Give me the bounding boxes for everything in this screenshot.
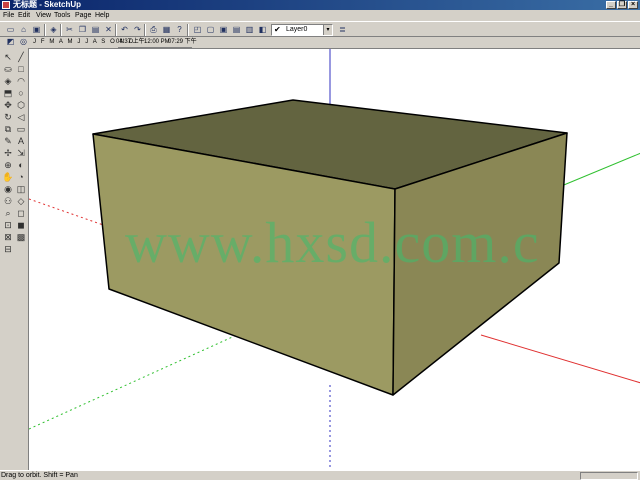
xray-style-icon[interactable]: ◫: [15, 184, 27, 195]
menu-edit[interactable]: Edit: [18, 10, 30, 21]
layer-name: Layer0: [286, 26, 308, 33]
polygon-tool-icon[interactable]: ⬡: [15, 100, 27, 111]
maximize-button[interactable]: ❐: [617, 1, 627, 9]
undo-icon[interactable]: ↶: [118, 24, 131, 36]
model-info-icon[interactable]: ▦: [160, 24, 173, 36]
green-axis-hidden: [29, 333, 240, 430]
left-view-icon[interactable]: ◧: [256, 24, 269, 36]
current-layer-check-icon: ✔: [274, 25, 281, 34]
status-hint: Drag to orbit. Shift = Pan: [1, 472, 78, 479]
shadows-toggle-icon[interactable]: ◩: [4, 36, 17, 48]
copy-icon[interactable]: ❐: [76, 24, 89, 36]
red-axis-hidden: [29, 198, 110, 228]
iso-view-icon[interactable]: ◰: [191, 24, 204, 36]
window-title: 无标题 - SketchUp: [13, 0, 82, 9]
wireframe-style-icon[interactable]: ◇: [15, 196, 27, 207]
save-icon[interactable]: ▣: [30, 24, 43, 36]
offset-tool-icon[interactable]: ▭: [15, 124, 27, 135]
toolbar-separator: [60, 24, 62, 36]
section-plane-icon[interactable]: ◐: [15, 160, 27, 171]
rectangle-tool-icon[interactable]: □: [15, 64, 27, 75]
rotate-tool-icon[interactable]: ↻: [2, 112, 14, 123]
pan-tool-icon[interactable]: ✋: [2, 172, 14, 183]
shadow-toolbar: ◩ ◎ J F M A M J J A S O N D 04:37 上午 12:…: [0, 37, 640, 48]
shadow-settings-icon[interactable]: ◎: [17, 36, 30, 48]
watermark-text: www.hxsd.com.c: [125, 210, 540, 275]
cut-icon[interactable]: ✂: [63, 24, 76, 36]
text-tool-icon[interactable]: A: [15, 136, 27, 147]
redo-icon[interactable]: ↷: [131, 24, 144, 36]
tape-measure-icon[interactable]: ✎: [2, 136, 14, 147]
menu-file[interactable]: File: [3, 10, 14, 21]
toolbar-separator: [144, 24, 146, 36]
minimize-button[interactable]: _: [606, 1, 616, 9]
walk-tool-icon[interactable]: ⚇: [2, 196, 14, 207]
select-tool-icon[interactable]: ↖: [2, 52, 14, 63]
help-icon[interactable]: ?: [173, 24, 186, 36]
textured-style-icon[interactable]: ▩: [15, 232, 27, 243]
right-view-icon[interactable]: ▤: [230, 24, 243, 36]
drawing-viewport[interactable]: www.hxsd.com.c: [28, 48, 640, 470]
toolbar-separator: [44, 24, 46, 36]
main-toolbar: ▭ ⌂ ▣ ◈ ✂ ❐ ▤ ✕ ↶ ↷ ⎙ ▦ ? ◰ ▢ ▣ ▤ ▥ ◧ ✔ …: [0, 21, 640, 37]
toolbar-separator: [115, 24, 117, 36]
menu-bar: File Edit View Tools Page Help: [0, 10, 640, 21]
line-tool-icon[interactable]: ╱: [15, 52, 27, 63]
shaded-style-icon[interactable]: ◼: [15, 220, 27, 231]
back-view-icon[interactable]: ▥: [243, 24, 256, 36]
sketchup-app-icon[interactable]: [2, 1, 10, 9]
status-bar: Drag to orbit. Shift = Pan: [0, 470, 640, 480]
hidden-line-style-icon[interactable]: ◻: [15, 208, 27, 219]
dimension-tool-icon[interactable]: ⇲: [15, 148, 27, 159]
move-tool-icon[interactable]: ✥: [2, 100, 14, 111]
make-component-tool-icon[interactable]: ◈: [2, 76, 14, 87]
menu-page[interactable]: Page: [75, 10, 91, 21]
green-axis: [558, 152, 640, 188]
orbit-tool-icon[interactable]: ⊕: [2, 160, 14, 171]
axes-tool-icon[interactable]: ✢: [2, 148, 14, 159]
protractor-icon[interactable]: ◔: [15, 172, 27, 183]
new-file-icon[interactable]: ▭: [4, 24, 17, 36]
front-view-icon[interactable]: ▣: [217, 24, 230, 36]
chevron-down-icon[interactable]: ▾: [323, 25, 332, 35]
measurements-box[interactable]: [580, 472, 638, 480]
top-view-icon[interactable]: ▢: [204, 24, 217, 36]
open-file-icon[interactable]: ⌂: [17, 24, 30, 36]
look-around-icon[interactable]: ◉: [2, 184, 14, 195]
title-bar: 无标题 - SketchUp _ ❐ ×: [0, 0, 640, 10]
toolbar-separator: [187, 24, 189, 36]
close-button[interactable]: ×: [628, 1, 638, 9]
make-component-icon[interactable]: ◈: [47, 24, 60, 36]
circle-tool-icon[interactable]: ○: [15, 88, 27, 99]
layers-manager-icon[interactable]: ≣: [336, 24, 349, 36]
push-pull-icon[interactable]: ⬒: [2, 88, 14, 99]
freehand-tool-icon[interactable]: ◁: [15, 112, 27, 123]
erase-icon[interactable]: ✕: [102, 24, 115, 36]
tool-palette: ↖ ╱ ⛀ □ ◈ ◠ ⬒ ○ ✥ ⬡ ↻ ◁ ⧉ ▭ ✎ A ✢ ⇲ ⊕ ◐ …: [0, 50, 28, 254]
arc-tool-icon[interactable]: ◠: [15, 76, 27, 87]
scale-tool-icon[interactable]: ⧉: [2, 124, 14, 135]
menu-view[interactable]: View: [36, 10, 51, 21]
paint-bucket-icon[interactable]: ⛀: [2, 64, 14, 75]
zoom-extents-icon[interactable]: ⊠: [2, 232, 14, 243]
zoom-window-icon[interactable]: ⊡: [2, 220, 14, 231]
menu-help[interactable]: Help: [95, 10, 109, 21]
previous-view-icon[interactable]: ⊟: [2, 244, 14, 255]
print-icon[interactable]: ⎙: [147, 24, 160, 36]
red-axis: [480, 334, 640, 384]
zoom-tool-icon[interactable]: ⌕: [2, 208, 14, 219]
layer-select[interactable]: ✔ Layer0 ▾: [271, 24, 333, 36]
menu-tools[interactable]: Tools: [54, 10, 70, 21]
paste-icon[interactable]: ▤: [89, 24, 102, 36]
